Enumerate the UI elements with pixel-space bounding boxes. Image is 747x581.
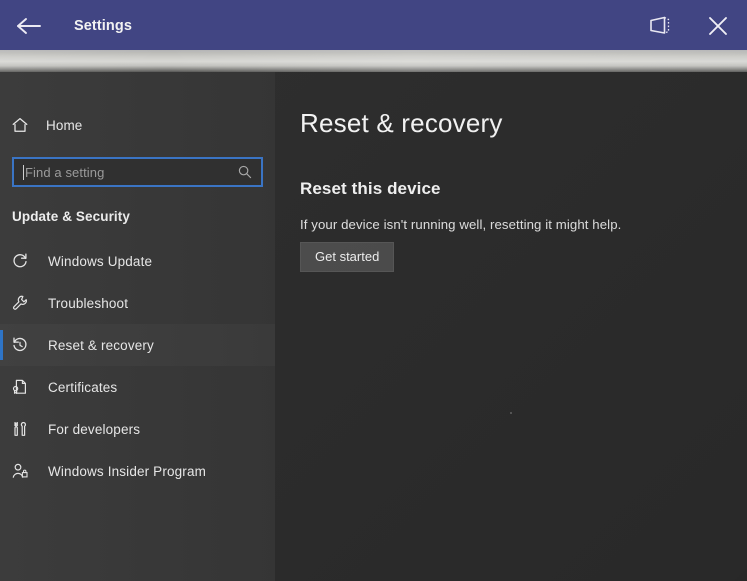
search-field-wrapper: Find a setting <box>12 157 263 187</box>
sidebar-item-label: Windows Insider Program <box>48 463 207 479</box>
sidebar-item-reset-and-recovery[interactable]: Reset & recovery <box>0 324 275 366</box>
wrench-icon <box>11 294 35 312</box>
history-clock-icon <box>11 336 35 354</box>
sensor-noise-dot <box>510 412 512 414</box>
sidebar-item-certificates[interactable]: Certificates <box>0 366 275 408</box>
main-content: Reset & recovery Reset this device If yo… <box>275 72 747 581</box>
search-placeholder: Find a setting <box>25 164 105 180</box>
sidebar-item-windows-insider-program[interactable]: Windows Insider Program <box>0 450 275 492</box>
home-icon <box>11 116 37 134</box>
window-title: Settings <box>74 18 132 34</box>
tablet-mode-button[interactable] <box>631 0 689 52</box>
sidebar-section-heading: Update & Security <box>12 209 130 224</box>
reset-this-device-section: Reset this device If your device isn't r… <box>300 179 747 272</box>
title-bar: Settings <box>0 0 747 52</box>
search-input[interactable]: Find a setting <box>12 157 263 187</box>
sidebar-item-label: Troubleshoot <box>48 295 129 311</box>
developer-tools-icon <box>11 420 35 438</box>
sidebar-item-label: Certificates <box>48 379 118 395</box>
close-button[interactable] <box>689 0 747 52</box>
back-button[interactable] <box>0 0 58 52</box>
sidebar-item-for-developers[interactable]: For developers <box>0 408 275 450</box>
get-started-button[interactable]: Get started <box>300 242 395 272</box>
sidebar-item-label: Reset & recovery <box>48 337 154 353</box>
text-caret <box>23 164 24 180</box>
back-arrow-icon <box>15 15 43 37</box>
sidebar-item-label: Windows Update <box>48 253 153 269</box>
section-heading: Reset this device <box>300 179 441 198</box>
close-icon <box>705 13 731 39</box>
sidebar: Home Find a setting Update & Security Wi… <box>0 72 275 581</box>
sidebar-item-troubleshoot[interactable]: Troubleshoot <box>0 282 275 324</box>
sidebar-nav-list: Windows Update Troubleshoot Reset & reco… <box>0 240 275 492</box>
sidebar-item-home[interactable]: Home <box>0 110 275 140</box>
sync-icon <box>11 252 35 270</box>
section-description: If your device isn't running well, reset… <box>300 217 622 232</box>
screen-glare-artifact <box>0 50 747 72</box>
page-title: Reset & recovery <box>300 108 503 138</box>
sidebar-home-label: Home <box>46 117 83 133</box>
window-body: Home Find a setting Update & Security Wi… <box>0 72 747 581</box>
search-icon[interactable] <box>237 164 253 180</box>
sidebar-item-label: For developers <box>48 421 141 437</box>
tablet-mode-icon <box>647 14 673 38</box>
insider-person-icon <box>11 462 35 480</box>
certificate-icon <box>11 378 35 396</box>
sidebar-item-windows-update[interactable]: Windows Update <box>0 240 275 282</box>
settings-window: Settings Home Find a setting Update & Se… <box>0 0 747 581</box>
